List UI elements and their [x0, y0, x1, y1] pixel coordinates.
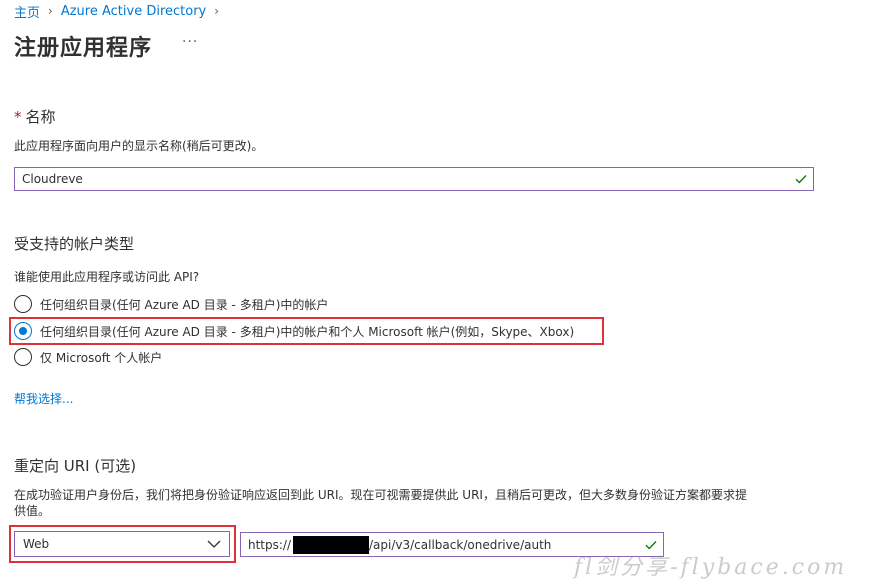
- radio-option-multitenant[interactable]: 任何组织目录(任何 Azure AD 目录 - 多租户)中的帐户: [14, 293, 328, 315]
- name-input[interactable]: Cloudreve: [14, 167, 814, 191]
- chevron-right-icon: ›: [214, 4, 220, 18]
- radio-option-personal-only[interactable]: 仅 Microsoft 个人帐户: [14, 346, 162, 368]
- checkmark-icon: [645, 540, 657, 550]
- name-input-value: Cloudreve: [22, 172, 83, 186]
- radio-circle-selected-icon[interactable]: [14, 322, 32, 340]
- redirect-uri-input[interactable]: https:// /api/v3/callback/onedrive/auth: [240, 532, 664, 557]
- radio-label: 仅 Microsoft 个人帐户: [40, 350, 163, 365]
- name-help-text: 此应用程序面向用户的显示名称(稍后可更改)。: [14, 139, 264, 153]
- uri-suffix: /api/v3/callback/onedrive/auth: [369, 537, 552, 552]
- name-section-label: * 名称: [14, 106, 56, 127]
- radio-circle-icon[interactable]: [14, 295, 32, 313]
- redirect-uri-help-line2: 供值。: [14, 504, 51, 518]
- breadcrumb-aad-link[interactable]: Azure Active Directory: [61, 4, 206, 19]
- radio-option-multitenant-personal[interactable]: 任何组织目录(任何 Azure AD 目录 - 多租户)中的帐户和个人 Micr…: [14, 320, 574, 342]
- platform-select[interactable]: Web: [14, 531, 230, 557]
- uri-prefix: https://: [248, 537, 292, 552]
- breadcrumb-home-link[interactable]: 主页: [14, 2, 40, 21]
- required-marker: *: [14, 108, 22, 126]
- checkmark-icon: [795, 175, 807, 184]
- help-me-choose-link[interactable]: 帮我选择...: [14, 390, 73, 407]
- platform-select-value: Web: [23, 537, 50, 551]
- radio-label: 任何组织目录(任何 Azure AD 目录 - 多租户)中的帐户: [40, 297, 329, 312]
- breadcrumb: 主页 › Azure Active Directory ›: [14, 2, 227, 21]
- redirect-uri-help-line1: 在成功验证用户身份后，我们将把身份验证响应返回到此 URI。现在可视需要提供此 …: [14, 488, 747, 502]
- account-types-label: 受支持的帐户类型: [14, 235, 135, 253]
- radio-label: 任何组织目录(任何 Azure AD 目录 - 多租户)中的帐户和个人 Micr…: [40, 324, 575, 339]
- name-label: 名称: [25, 108, 56, 126]
- redirect-uri-label: 重定向 URI (可选): [14, 457, 137, 475]
- more-options-button[interactable]: ···: [182, 34, 198, 50]
- page-title: 注册应用程序: [14, 36, 153, 61]
- chevron-down-icon: [207, 540, 221, 548]
- redaction-block: [293, 535, 370, 554]
- radio-circle-icon[interactable]: [14, 348, 32, 366]
- account-types-question: 谁能使用此应用程序或访问此 API?: [14, 270, 200, 284]
- chevron-right-icon: ›: [48, 4, 53, 18]
